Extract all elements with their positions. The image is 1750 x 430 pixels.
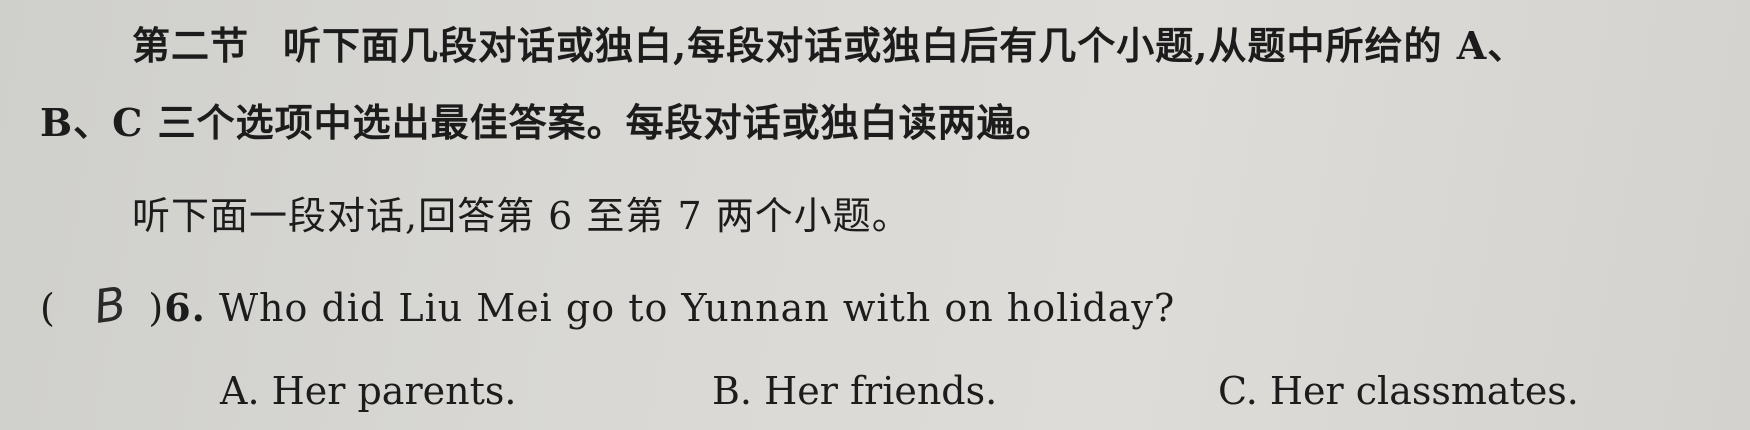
option-b-text: Her friends. (752, 369, 998, 413)
option-b-letter: B. (712, 369, 753, 413)
answer-paren-open: ( (40, 286, 56, 330)
option-a-letter: A. (220, 369, 260, 413)
section-label: 第二节 (132, 23, 250, 68)
answer-paren-close: ) (148, 286, 165, 330)
option-c-letter: C. (1218, 369, 1258, 413)
listening-prompt: 听下面一段对话,回答第 6 至第 7 两个小题。 (132, 194, 911, 238)
question-6: ( B)6. Who did Liu Mei go to Yunnan with … (40, 275, 1176, 335)
option-c: C. Her classmates. (1218, 372, 1579, 410)
handwritten-answer: B (93, 275, 128, 335)
question-text: Who did Liu Mei go to Yunnan with on hol… (205, 286, 1176, 330)
question-number: 6. (164, 285, 206, 330)
option-a: A. Her parents. (220, 372, 516, 410)
section-instruction-line-1: 第二节 听下面几段对话或独白,每段对话或独白后有几个小题,从题中所给的 A、 (132, 27, 1526, 65)
option-a-text: Her parents. (259, 369, 517, 413)
exam-page: 第二节 听下面几段对话或独白,每段对话或独白后有几个小题,从题中所给的 A、 B、… (0, 0, 1750, 430)
option-b: B. Her friends. (712, 372, 997, 410)
instruction-text-1: 听下面几段对话或独白,每段对话或独白后有几个小题,从题中所给的 A、 (283, 23, 1527, 68)
option-c-text: Her classmates. (1257, 369, 1579, 413)
section-instruction-line-2: B、C 三个选项中选出最佳答案。每段对话或独白读两遍。 (40, 100, 1055, 145)
